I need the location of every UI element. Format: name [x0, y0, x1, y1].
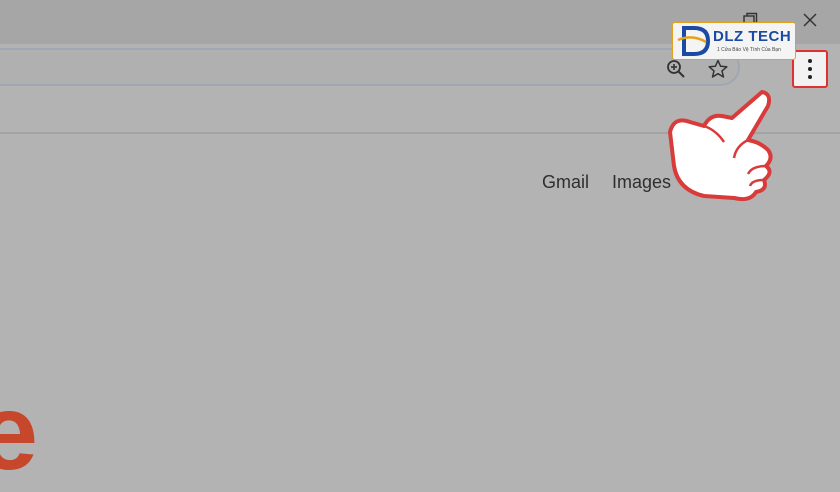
brand-tagline: 1 Cửa Bảo Vệ Tính Của Bạn: [717, 47, 781, 53]
bookmark-star-button[interactable]: [707, 58, 729, 80]
vertical-dots-icon: [808, 59, 812, 79]
zoom-in-button[interactable]: [665, 58, 687, 80]
browser-menu-button[interactable]: [792, 50, 828, 88]
address-bar[interactable]: [0, 48, 740, 86]
watermark-logo: DLZ TECH 1 Cửa Bảo Vệ Tính Của Bạn: [672, 22, 796, 60]
pointing-hand-icon: [668, 90, 773, 202]
close-window-button[interactable]: [790, 6, 830, 34]
zoom-in-icon: [667, 60, 685, 78]
brand-d-icon: [677, 26, 711, 56]
star-icon: [708, 59, 728, 78]
images-link[interactable]: Images: [612, 172, 671, 193]
gmail-link[interactable]: Gmail: [542, 172, 589, 193]
close-icon: [803, 13, 817, 27]
google-logo-partial: e: [0, 371, 39, 492]
brand-name: DLZ TECH: [713, 28, 792, 45]
